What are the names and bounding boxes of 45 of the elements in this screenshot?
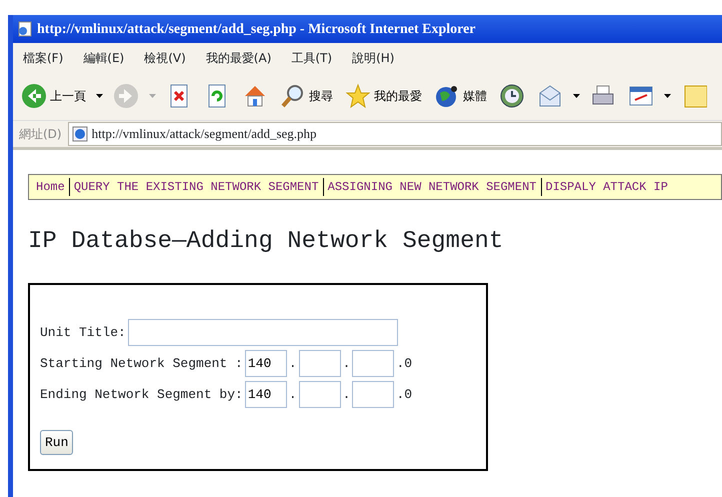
- page-heading: IP Databse—Adding Network Segment: [28, 228, 504, 257]
- nav-link[interactable]: DISPALY ATTACK IP: [540, 178, 672, 196]
- caret-icon[interactable]: [573, 94, 580, 98]
- toolbar-button[interactable]: 搜尋: [278, 83, 335, 109]
- toolbar-button[interactable]: 上一頁: [19, 83, 88, 109]
- separator-text: .: [342, 354, 350, 373]
- globe-icon: [434, 83, 460, 109]
- octet-field[interactable]: [298, 380, 341, 408]
- menu-item[interactable]: 我的最愛(A): [206, 48, 272, 66]
- toolbar-button[interactable]: 我的最愛: [343, 83, 424, 109]
- octet-field[interactable]: [352, 350, 394, 377]
- nav-link[interactable]: Home: [32, 178, 69, 196]
- menu-item[interactable]: 檔案(F): [23, 48, 64, 66]
- star-icon: [345, 83, 371, 109]
- octet-field[interactable]: [352, 380, 394, 408]
- octet-field[interactable]: [298, 350, 341, 377]
- nav-link[interactable]: QUERY THE EXISTING NETWORK SEGMENT: [68, 178, 323, 196]
- clock-icon: [499, 83, 525, 109]
- menu-item[interactable]: 檢視(V): [144, 48, 186, 66]
- separator-text: .: [288, 354, 297, 373]
- page-icon: [72, 126, 88, 142]
- field-label: Ending Network Segment by:: [40, 386, 243, 404]
- separator-text: .0: [396, 386, 412, 404]
- window-title: http://vmlinux/attack/segment/add_seg.php - Microsoft Internet Explorer: [37, 20, 476, 38]
- run-button[interactable]: Run: [40, 430, 74, 456]
- caret-icon[interactable]: [96, 94, 103, 98]
- page-icon: [17, 21, 33, 37]
- text-field[interactable]: [128, 318, 398, 346]
- separator-text: .: [288, 386, 297, 404]
- envelope-icon: [537, 83, 563, 109]
- toolbar-button[interactable]: 媒體: [432, 83, 489, 109]
- octet-field[interactable]: 140: [244, 380, 287, 408]
- address-field[interactable]: http://vmlinux/attack/segment/add_seg.php: [68, 122, 722, 146]
- caret-icon[interactable]: [664, 94, 671, 98]
- menu-item[interactable]: 說明(H): [352, 48, 394, 66]
- field-label: Unit Title:: [40, 324, 126, 342]
- menu-item[interactable]: 工具(T): [291, 48, 332, 66]
- octet-field[interactable]: 140: [244, 350, 287, 377]
- nav-link[interactable]: ASSIGNING NEW NETWORK SEGMENT: [322, 178, 540, 196]
- menu-item[interactable]: 編輯(E): [83, 48, 124, 66]
- search-icon: [280, 83, 306, 109]
- address-label: 網址(D): [19, 126, 62, 143]
- separator-text: .: [342, 386, 350, 404]
- separator-text: .0: [396, 354, 412, 373]
- field-label: Starting Network Segment :: [40, 354, 243, 373]
